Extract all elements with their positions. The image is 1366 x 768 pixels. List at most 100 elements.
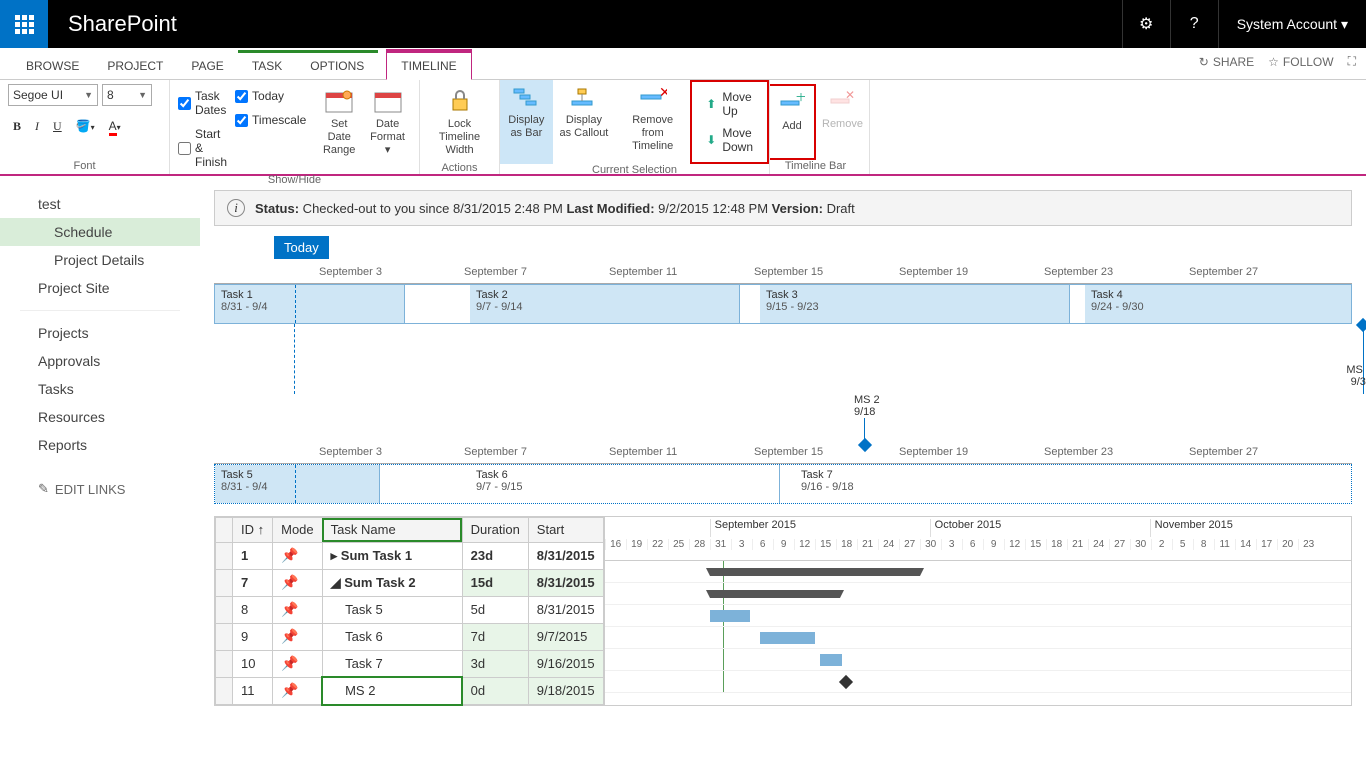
gantt-summary-1[interactable]: [710, 568, 920, 576]
nav-project-details[interactable]: Project Details: [0, 246, 200, 274]
display-as-bar-button[interactable]: Display as Bar: [500, 80, 553, 164]
milestone-ms1[interactable]: MS 1 9/30: [1346, 364, 1366, 388]
tab-task[interactable]: TASK: [238, 53, 296, 79]
timeline-bar-task4[interactable]: Task 49/24 - 9/30: [1085, 285, 1351, 323]
app-launcher[interactable]: [0, 0, 48, 48]
tab-project[interactable]: PROJECT: [93, 53, 177, 79]
lock-icon: [444, 88, 476, 114]
follow-button[interactable]: ☆FOLLOW: [1268, 55, 1333, 69]
fill-color-button[interactable]: 🪣▾: [71, 116, 100, 137]
date-format-button[interactable]: Date Format ▾: [364, 84, 411, 162]
brand-title: SharePoint: [68, 11, 177, 37]
fullscreen-button[interactable]: ⛶: [1348, 54, 1356, 69]
col-duration[interactable]: Duration: [462, 518, 528, 543]
group-cursel-label: Current Selection: [500, 164, 769, 176]
nav-test[interactable]: test: [0, 190, 200, 218]
remove-from-timeline-button[interactable]: ✕ Remove from Timeline: [615, 80, 690, 164]
chk-start-finish[interactable]: Start & Finish: [178, 127, 227, 169]
gantt-bar-task7[interactable]: [820, 654, 842, 666]
gantt-day: 17: [1256, 539, 1277, 550]
group-showhide-label: Show/Hide: [178, 174, 411, 186]
table-row[interactable]: 10📌 Task 73d9/16/2015: [216, 650, 604, 677]
settings-button[interactable]: ⚙: [1122, 0, 1170, 48]
gantt-bar-task6[interactable]: [760, 632, 815, 644]
gear-icon: ⚙: [1139, 14, 1153, 34]
col-start[interactable]: Start: [528, 518, 603, 543]
account-menu[interactable]: System Account ▾: [1218, 0, 1366, 48]
nav-schedule[interactable]: Schedule: [0, 218, 200, 246]
tab-browse[interactable]: BROWSE: [12, 53, 93, 79]
gantt-day: 6: [752, 539, 773, 550]
gantt-day: 21: [1067, 539, 1088, 550]
share-button[interactable]: ↻SHARE: [1199, 55, 1254, 69]
font-size-dropdown[interactable]: 8▼: [102, 84, 152, 106]
tab-options[interactable]: OPTIONS: [296, 53, 378, 79]
gantt-summary-2[interactable]: [710, 590, 840, 598]
gantt-day: 6: [962, 539, 983, 550]
star-icon: ☆: [1268, 55, 1279, 69]
col-id[interactable]: ID ↑: [233, 518, 273, 543]
nav-tasks[interactable]: Tasks: [0, 375, 200, 403]
timeline-bar-task3[interactable]: Task 39/15 - 9/23: [760, 285, 1070, 323]
edit-links-button[interactable]: ✎EDIT LINKS: [0, 475, 200, 503]
gantt-day: 27: [1109, 539, 1130, 550]
task-table[interactable]: ID ↑ Mode Task Name Duration Start 1📌▸ S…: [215, 517, 604, 705]
remove-timeline-bar-button[interactable]: ✕ Remove: [816, 84, 869, 160]
up-arrow-icon: ⬆: [706, 97, 716, 111]
col-mode[interactable]: Mode: [273, 518, 323, 543]
gantt-chart[interactable]: September 2015 October 2015 November 201…: [604, 517, 1351, 705]
callout-icon: [568, 84, 600, 110]
timeline-bar-task2[interactable]: Task 29/7 - 9/14: [470, 285, 740, 323]
gantt-day: 3: [731, 539, 752, 550]
timeline-bar-task5[interactable]: Task 58/31 - 9/4: [215, 465, 380, 503]
font-name-dropdown[interactable]: Segoe UI▼: [8, 84, 98, 106]
move-up-button[interactable]: ⬆Move Up: [700, 86, 759, 122]
milestone-ms2[interactable]: MS 2 9/18: [854, 394, 880, 442]
chk-today[interactable]: Today: [235, 89, 306, 103]
table-row[interactable]: 1📌▸ Sum Task 123d8/31/2015: [216, 542, 604, 569]
mode-icon: 📌: [281, 628, 298, 644]
tab-page[interactable]: PAGE: [177, 53, 237, 79]
timeline-bar-task7[interactable]: Task 79/16 - 9/18: [795, 465, 1351, 503]
help-icon: ?: [1190, 15, 1199, 33]
col-name[interactable]: Task Name: [322, 518, 462, 543]
table-row[interactable]: 9📌 Task 67d9/7/2015: [216, 623, 604, 650]
gantt-day: 22: [647, 539, 668, 550]
ribbon: Segoe UI▼ 8▼ B I U 🪣▾ A▾ Font Task Dates…: [0, 80, 1366, 176]
chk-timescale[interactable]: Timescale: [235, 113, 306, 127]
group-font-label: Font: [8, 160, 161, 172]
timeline-bar-task6[interactable]: Task 69/7 - 9/15: [470, 465, 780, 503]
nav-reports[interactable]: Reports: [0, 431, 200, 459]
help-button[interactable]: ?: [1170, 0, 1218, 48]
italic-button[interactable]: I: [30, 116, 44, 137]
display-as-callout-button[interactable]: Display as Callout: [553, 80, 615, 164]
set-date-range-button[interactable]: Set Date Range: [314, 84, 364, 162]
nav-resources[interactable]: Resources: [0, 403, 200, 431]
move-down-button[interactable]: ⬇Move Down: [700, 122, 759, 158]
table-row[interactable]: 7📌◢ Sum Task 215d8/31/2015: [216, 569, 604, 596]
mode-icon: 📌: [281, 682, 298, 698]
left-nav: test Schedule Project Details Project Si…: [0, 176, 200, 768]
account-label: System Account: [1237, 16, 1337, 32]
nav-projects[interactable]: Projects: [0, 319, 200, 347]
timeline-axis-2: September 3 September 7 September 11 Sep…: [214, 444, 1352, 464]
gantt-milestone-ms2[interactable]: [839, 675, 853, 689]
font-color-button[interactable]: A▾: [104, 116, 126, 137]
nav-project-site[interactable]: Project Site: [0, 274, 200, 302]
table-row[interactable]: 11📌 MS 20d9/18/2015: [216, 677, 604, 704]
nav-approvals[interactable]: Approvals: [0, 347, 200, 375]
timeline-bar-task1[interactable]: Task 18/31 - 9/4: [215, 285, 405, 323]
bold-button[interactable]: B: [8, 116, 26, 137]
underline-button[interactable]: U: [48, 116, 67, 137]
lock-timeline-width-button[interactable]: Lock Timeline Width: [428, 84, 491, 162]
gantt-day: 27: [899, 539, 920, 550]
chk-task-dates[interactable]: Task Dates: [178, 89, 227, 117]
table-row[interactable]: 8📌 Task 55d8/31/2015: [216, 596, 604, 623]
gantt-bar-task5[interactable]: [710, 610, 750, 622]
calendar-icon: [372, 88, 404, 114]
add-timeline-bar-button[interactable]: ＋ Add: [770, 84, 816, 160]
calendar-icon: [323, 88, 355, 114]
timeline-row-2[interactable]: Task 58/31 - 9/4 Task 69/7 - 9/15 Task 7…: [214, 464, 1352, 504]
tab-timeline[interactable]: TIMELINE: [386, 52, 471, 80]
timeline-row-1[interactable]: Task 18/31 - 9/4 Task 29/7 - 9/14 Task 3…: [214, 284, 1352, 324]
